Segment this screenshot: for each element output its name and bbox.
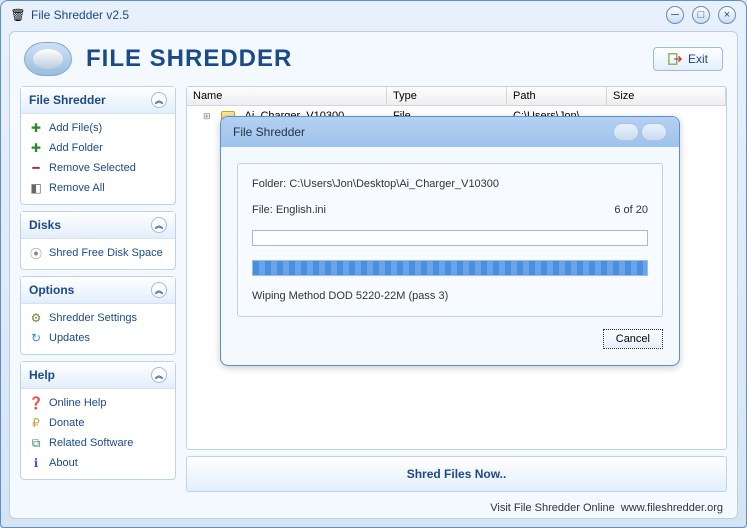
window-title: File Shredder v2.5 [31,8,666,22]
dialog-decor [613,123,667,141]
exit-icon [668,52,682,66]
sidebar-item[interactable]: ✚ Add Folder [25,138,171,158]
exit-label: Exit [688,52,708,66]
panel-header[interactable]: Disks ︽ [21,212,175,239]
panel-header[interactable]: Options ︽ [21,277,175,304]
plus-icon: ✚ [29,141,43,155]
col-size[interactable]: Size [607,87,726,105]
shred-now-button[interactable]: Shred Files Now.. [186,456,727,492]
app-icon: 🗑 [11,8,25,22]
minimize-button[interactable]: ─ [666,6,684,24]
file-count: 6 of 20 [614,204,648,216]
main-window: 🗑 File Shredder v2.5 ─ □ × FILE SHREDDER… [0,0,747,528]
sidebar-item-label: Related Software [49,437,133,449]
collapse-icon[interactable]: ︽ [151,367,167,383]
sidebar-panel: Disks ︽ ⦿ Shred Free Disk Space [20,211,176,270]
panel-title: Disks [29,218,61,232]
panel-items: ⦿ Shred Free Disk Space [21,239,175,269]
panel-header[interactable]: Help ︽ [21,362,175,389]
col-name[interactable]: Name [187,87,387,105]
maximize-button[interactable]: □ [692,6,710,24]
file-progressbar [252,230,648,246]
panel-header[interactable]: File Shredder ︽ [21,87,175,114]
footer-link[interactable]: www.fileshredder.org [621,502,723,514]
panel-items: ✚ Add File(s) ✚ Add Folder ━ Remove Selected ◧… [21,114,175,204]
help-icon: ❓ [29,396,43,410]
sidebar-item[interactable]: ◧ Remove All [25,178,171,198]
minus-icon: ━ [29,161,43,175]
sidebar-item[interactable]: ⦿ Shred Free Disk Space [25,243,171,263]
sidebar-item-label: Updates [49,332,90,344]
about-icon: ℹ [29,456,43,470]
collapse-icon[interactable]: ︽ [151,217,167,233]
panel-items: ⚙ Shredder Settings ↻ Updates [21,304,175,354]
collapse-icon[interactable]: ︽ [151,282,167,298]
sidebar-item[interactable]: ━ Remove Selected [25,158,171,178]
col-type[interactable]: Type [387,87,507,105]
file-line: File: English.ini 6 of 20 [252,204,648,216]
footer-text: Visit File Shredder Online [490,502,615,514]
dialog-body: Folder: C:\Users\Jon\Desktop\Ai_Charger_… [221,147,679,365]
sidebar-item[interactable]: ❓ Online Help [25,393,171,413]
panel-title: File Shredder [29,93,106,107]
sidebar-panel: Help ︽ ❓ Online Help ₽ Donate ⧉ Related Softwar… [20,361,176,480]
col-path[interactable]: Path [507,87,607,105]
close-button[interactable]: × [718,6,736,24]
sidebar-panel: File Shredder ︽ ✚ Add File(s) ✚ Add Folder ━ Re… [20,86,176,205]
expand-icon[interactable]: ⊞ [197,109,217,123]
sidebar: File Shredder ︽ ✚ Add File(s) ✚ Add Folder ━ Re… [20,86,176,492]
body: File Shredder ︽ ✚ Add File(s) ✚ Add Folder ━ Re… [10,86,737,498]
related-icon: ⧉ [29,436,43,450]
method-label: Wiping Method DOD 5220-22M (pass 3) [252,290,648,302]
panel-title: Help [29,368,55,382]
sidebar-item-label: Online Help [49,397,106,409]
app-header: FILE SHREDDER Exit [10,32,737,86]
sidebar-item[interactable]: ⧉ Related Software [25,433,171,453]
brand-title: FILE SHREDDER [86,45,292,73]
sidebar-item-label: About [49,457,78,469]
sidebar-item-label: Remove All [49,182,105,194]
sidebar-item-label: Shredder Settings [49,312,137,324]
donate-icon: ₽ [29,416,43,430]
logo-icon [24,42,72,76]
eraser-icon: ◧ [29,181,43,195]
panel-title: Options [29,283,74,297]
sidebar-item-label: Add File(s) [49,122,102,134]
window-controls: ─ □ × [666,6,736,24]
sidebar-item-label: Remove Selected [49,162,136,174]
sidebar-item[interactable]: ✚ Add File(s) [25,118,171,138]
list-header: Name Type Path Size [187,87,726,106]
dialog-box: Folder: C:\Users\Jon\Desktop\Ai_Charger_… [237,163,663,317]
sidebar-panel: Options ︽ ⚙ Shredder Settings ↻ Updates [20,276,176,355]
plus-icon: ✚ [29,121,43,135]
content-panel: FILE SHREDDER Exit File Shredder ︽ ✚ Add Fi… [9,31,738,519]
titlebar: 🗑 File Shredder v2.5 ─ □ × [1,1,746,29]
cancel-button[interactable]: Cancel [603,329,663,349]
gear-icon: ⚙ [29,311,43,325]
updates-icon: ↻ [29,331,43,345]
dialog-titlebar: File Shredder [221,117,679,147]
sidebar-item-label: Shred Free Disk Space [49,247,163,259]
collapse-icon[interactable]: ︽ [151,92,167,108]
total-progressbar [252,260,648,276]
footer: Visit File Shredder Online www.fileshred… [10,498,737,518]
sidebar-item-label: Donate [49,417,84,429]
sidebar-item[interactable]: ₽ Donate [25,413,171,433]
sidebar-item[interactable]: ⚙ Shredder Settings [25,308,171,328]
disk-icon: ⦿ [29,246,43,260]
progress-dialog: File Shredder Folder: C:\Users\Jon\Deskt… [220,116,680,366]
sidebar-item[interactable]: ↻ Updates [25,328,171,348]
sidebar-item-label: Add Folder [49,142,103,154]
dialog-title: File Shredder [233,125,305,139]
folder-line: Folder: C:\Users\Jon\Desktop\Ai_Charger_… [252,178,648,190]
exit-button[interactable]: Exit [653,47,723,71]
panel-items: ❓ Online Help ₽ Donate ⧉ Related Software ℹ Abo… [21,389,175,479]
sidebar-item[interactable]: ℹ About [25,453,171,473]
